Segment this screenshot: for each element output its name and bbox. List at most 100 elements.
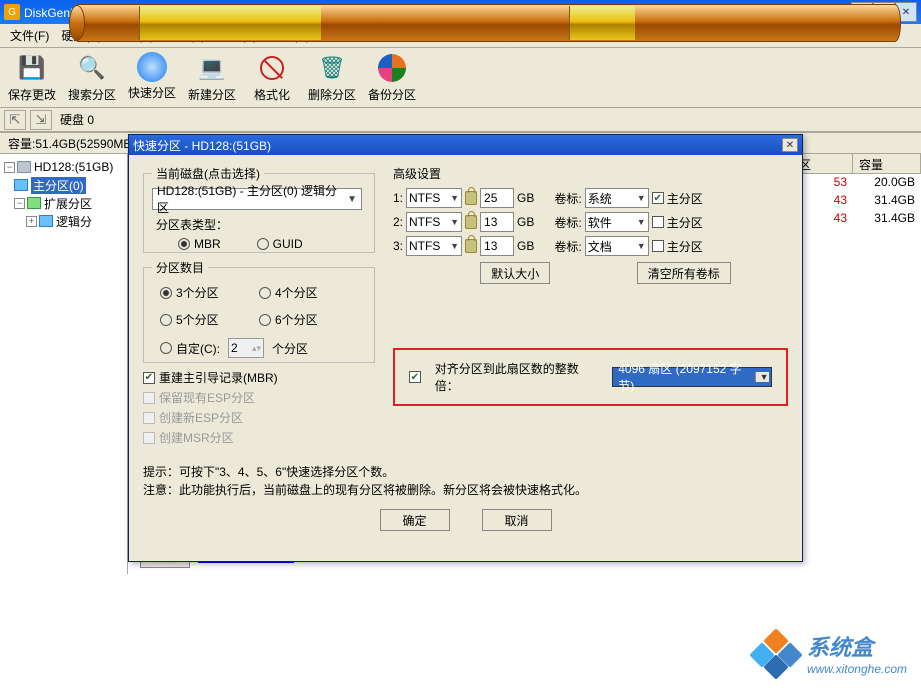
- partition-icon: [14, 179, 28, 191]
- partition-icon: [39, 215, 53, 227]
- partition-row: 1: NTFS▼ 25 GB 卷标: 系统▼ 主分区: [393, 186, 788, 210]
- row-index: 3:: [393, 239, 403, 253]
- nav-next-button[interactable]: ⇲: [30, 110, 52, 130]
- format-icon: [256, 52, 288, 84]
- col-capacity[interactable]: 容量: [853, 154, 921, 173]
- align-checkbox[interactable]: [409, 371, 421, 383]
- ok-button[interactable]: 确定: [380, 509, 450, 531]
- lock-icon[interactable]: [465, 239, 477, 253]
- tree-logical[interactable]: + 逻辑分: [4, 212, 123, 230]
- radio-label: 6个分区: [275, 311, 318, 328]
- tree-extended[interactable]: − 扩展分区: [4, 194, 123, 212]
- primary-checkbox[interactable]: [652, 240, 664, 252]
- volume-label-text: 卷标:: [554, 214, 581, 231]
- volume-label-value: 文档: [588, 238, 612, 255]
- menu-file[interactable]: 文件(F): [4, 25, 55, 46]
- table-body: 53 20.0GB 43 31.4GB 43 31.4GB: [793, 174, 921, 228]
- expand-icon[interactable]: +: [26, 216, 37, 227]
- table-header: 区 容量: [793, 154, 921, 174]
- dialog-close-button[interactable]: ✕: [782, 138, 798, 152]
- cancel-button[interactable]: 取消: [482, 509, 552, 531]
- radio-label: 自定(C):: [176, 340, 220, 357]
- radio-6-partitions[interactable]: 6个分区: [259, 311, 358, 328]
- radio-icon: [160, 314, 172, 326]
- cb-rebuild-mbr[interactable]: 重建主引导记录(MBR): [143, 369, 375, 386]
- sector-align-select[interactable]: 4096 扇区 (2097152 字节) ▼: [612, 367, 772, 387]
- lock-icon[interactable]: [465, 191, 477, 205]
- primary-checkbox[interactable]: [652, 192, 664, 204]
- size-unit: GB: [517, 215, 534, 229]
- tree-primary[interactable]: 主分区(0): [4, 176, 123, 194]
- primary-label: 主分区: [667, 190, 703, 207]
- cb-label: 创建MSR分区: [159, 429, 234, 446]
- app-icon: G: [4, 4, 20, 20]
- current-disk-legend: 当前磁盘(点击选择): [152, 165, 264, 182]
- toolbar-backup-button[interactable]: 备份分区: [368, 52, 416, 103]
- chevron-down-icon: ▼: [447, 217, 459, 227]
- dialog-titlebar[interactable]: 快速分区 - HD128:(51GB) ✕: [129, 135, 802, 155]
- row-index: 2:: [393, 215, 403, 229]
- chevron-down-icon: ▼: [447, 241, 459, 251]
- radio-label: 4个分区: [275, 284, 318, 301]
- volume-label-select[interactable]: 系统 ▼: [585, 188, 649, 208]
- cell-capacity: 20.0GB: [853, 174, 921, 192]
- nav-prev-button[interactable]: ⇱: [4, 110, 26, 130]
- volume-label-text: 卷标:: [554, 238, 581, 255]
- radio-custom-partitions[interactable]: 自定(C): 2▴▾ 个分区: [160, 338, 358, 358]
- radio-3-partitions[interactable]: 3个分区: [160, 284, 259, 301]
- checkbox-icon: [143, 392, 155, 404]
- radio-mbr[interactable]: MBR: [178, 237, 221, 251]
- volume-label-select[interactable]: 文档 ▼: [585, 236, 649, 256]
- table-row[interactable]: 53 20.0GB: [793, 174, 921, 192]
- watermark-title: 系统盒: [807, 630, 907, 662]
- size-input[interactable]: 13: [480, 236, 514, 256]
- radio-icon: [259, 314, 271, 326]
- fs-value: NTFS: [409, 239, 440, 253]
- collapse-icon[interactable]: −: [4, 162, 15, 173]
- table-row[interactable]: 43 31.4GB: [793, 192, 921, 210]
- spinner-arrows-icon: ▴▾: [252, 343, 261, 354]
- custom-count-spinner[interactable]: 2▴▾: [228, 338, 264, 358]
- clear-labels-button[interactable]: 清空所有卷标: [637, 262, 731, 284]
- sector-align-value: 4096 扇区 (2097152 字节): [615, 360, 755, 394]
- toolbar-delete-button[interactable]: 🗑 删除分区: [308, 52, 356, 103]
- primary-checkbox[interactable]: [652, 216, 664, 228]
- fs-select[interactable]: NTFS▼: [406, 212, 462, 232]
- radio-guid[interactable]: GUID: [257, 237, 303, 251]
- radio-4-partitions[interactable]: 4个分区: [259, 284, 358, 301]
- toolbar-new-button[interactable]: 💻 新建分区: [188, 52, 236, 103]
- partition-slice[interactable]: [139, 6, 321, 40]
- toolbar-save-button[interactable]: 💾 保存更改: [8, 52, 56, 103]
- radio-5-partitions[interactable]: 5个分区: [160, 311, 259, 328]
- align-label: 对齐分区到此扇区数的整数倍：: [435, 360, 599, 394]
- toolbar-quick-button[interactable]: 快速分区: [128, 52, 176, 103]
- toolbar-format-button[interactable]: 格式化: [248, 52, 296, 103]
- default-size-button[interactable]: 默认大小: [480, 262, 550, 284]
- disk-cylinder: [72, 4, 901, 42]
- toolbar-backup-label: 备份分区: [368, 86, 416, 103]
- partition-slice[interactable]: [569, 6, 635, 40]
- cb-keep-esp: 保留现有ESP分区: [143, 389, 375, 406]
- fs-select[interactable]: NTFS▼: [406, 188, 462, 208]
- backup-icon: [376, 52, 408, 84]
- size-input[interactable]: 25: [480, 188, 514, 208]
- radio-label: 5个分区: [176, 311, 219, 328]
- chevron-down-icon: ▼: [634, 193, 646, 203]
- size-input[interactable]: 13: [480, 212, 514, 232]
- fs-select[interactable]: NTFS ▼: [406, 236, 462, 256]
- chevron-down-icon: ▼: [447, 193, 459, 203]
- chevron-down-icon: ▼: [634, 241, 646, 251]
- toolbar: 💾 保存更改 🔍 搜索分区 快速分区 💻 新建分区 格式化 🗑 删除分区 备份分…: [0, 48, 921, 108]
- checkbox-icon: [143, 372, 155, 384]
- radio-icon: [160, 287, 172, 299]
- tree-root[interactable]: − HD128:(51GB): [4, 158, 123, 176]
- disk-select-dropdown[interactable]: HD128:(51GB) - 主分区(0) 逻辑分区 ▼: [152, 188, 362, 210]
- watermark: 系统盒 www.xitonghe.com: [753, 630, 907, 676]
- table-row[interactable]: 43 31.4GB: [793, 210, 921, 228]
- collapse-icon[interactable]: −: [14, 198, 25, 209]
- search-icon: 🔍: [76, 52, 108, 84]
- toolbar-search-button[interactable]: 🔍 搜索分区: [68, 52, 116, 103]
- volume-label-value: 系统: [588, 190, 612, 207]
- volume-label-select[interactable]: 软件▼: [585, 212, 649, 232]
- lock-icon[interactable]: [465, 215, 477, 229]
